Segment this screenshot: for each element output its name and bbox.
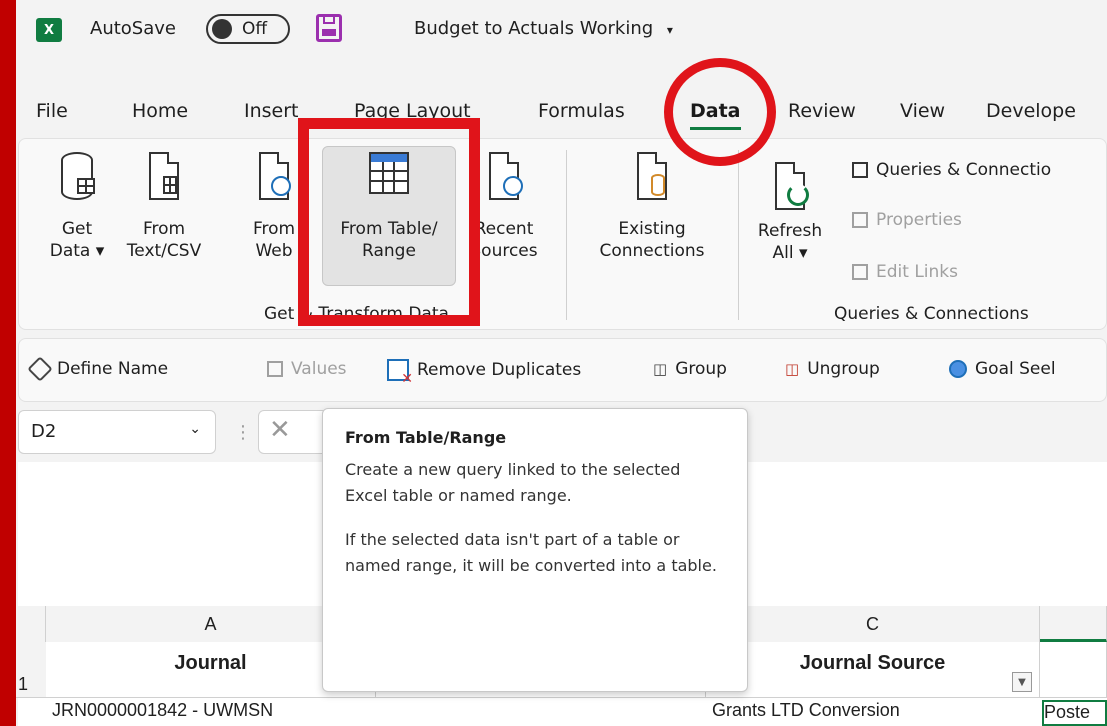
ribbon-tabs: File Home Insert Page Layout Formulas Da… <box>16 62 1107 134</box>
ungroup-icon: ◫ <box>785 360 800 378</box>
ungroup-button[interactable]: ◫ Ungroup <box>785 359 880 379</box>
cell-a2[interactable]: JRN0000001842 - UWMSN <box>52 700 372 726</box>
goal-seek-button[interactable]: Goal Seel <box>949 359 1056 379</box>
ribbon-separator <box>566 150 567 320</box>
tab-view[interactable]: View <box>900 100 945 122</box>
close-icon: ✕ <box>269 415 291 445</box>
group-button[interactable]: ◫ Group <box>653 359 727 379</box>
connection-file-icon <box>637 152 667 200</box>
autosave-state: Off <box>242 19 268 39</box>
toggle-knob-icon <box>212 19 232 39</box>
annotation-highlight-circle <box>664 58 776 166</box>
queries-connections-button[interactable]: Queries & Connectio <box>852 160 1051 180</box>
document-title[interactable]: Budget to Actuals Working ▾ <box>414 18 673 39</box>
existing-connections-label-2: Connections <box>599 241 705 261</box>
tag-icon <box>27 356 53 382</box>
from-web-label-2: Web <box>255 241 293 261</box>
name-box[interactable]: D2 ⌄ <box>18 410 216 454</box>
from-text-csv-button[interactable]: From Text/CSV <box>122 152 206 262</box>
remove-duplicates-icon <box>387 359 413 387</box>
autosave-label: AutoSave <box>90 18 176 39</box>
group-label-queries: Queries & Connections <box>834 304 1029 324</box>
group-label: Group <box>675 359 727 379</box>
tab-review[interactable]: Review <box>788 100 856 122</box>
title-bar: X AutoSave Off Budget to Actuals Working… <box>16 0 1107 62</box>
formula-bar-grip-icon: ⋮ <box>234 422 252 443</box>
excel-logo-icon: X <box>36 18 62 42</box>
tooltip-note: If the selected data isn't part of a tab… <box>345 530 717 575</box>
values-button[interactable]: Values <box>267 359 347 379</box>
text-file-icon <box>149 152 179 200</box>
column-header-d[interactable] <box>1040 606 1107 642</box>
chevron-down-icon: ⌄ <box>189 421 201 437</box>
remove-duplicates-label: Remove Duplicates <box>417 360 582 380</box>
get-data-label-2: Data ▾ <box>49 241 105 261</box>
from-web-label-1: From <box>252 219 296 239</box>
tab-developer[interactable]: Develope <box>986 100 1076 122</box>
existing-connections-label-1: Existing <box>618 219 686 239</box>
define-name-label: Define Name <box>57 359 169 379</box>
existing-connections-button[interactable]: Existing Connections <box>582 152 722 262</box>
select-all-corner[interactable] <box>16 606 46 642</box>
properties-icon <box>852 212 868 228</box>
get-data-button[interactable]: Get Data ▾ <box>42 152 112 262</box>
from-text-label-2: Text/CSV <box>126 241 202 261</box>
recent-file-icon <box>489 152 523 200</box>
web-file-icon <box>259 152 291 200</box>
cell-d2-selected[interactable]: Poste <box>1042 700 1107 726</box>
from-table-tooltip: From Table/Range Create a new query link… <box>322 408 748 692</box>
values-label: Values <box>291 359 347 379</box>
save-icon[interactable] <box>316 14 342 42</box>
refresh-icon <box>775 162 809 210</box>
tab-insert[interactable]: Insert <box>244 100 299 122</box>
column-header-c[interactable]: C <box>706 606 1040 642</box>
filter-dropdown-icon[interactable]: ▼ <box>1012 672 1032 692</box>
define-name-button[interactable]: Define Name <box>27 356 169 382</box>
from-text-label-1: From <box>142 219 186 239</box>
document-title-text: Budget to Actuals Working <box>414 18 654 39</box>
cell-c1[interactable]: Journal Source <box>706 642 1040 698</box>
goal-seek-icon <box>949 360 967 378</box>
ribbon-separator <box>738 150 739 320</box>
name-box-value: D2 <box>31 421 57 442</box>
refresh-label-2: All ▾ <box>772 243 808 263</box>
tab-file[interactable]: File <box>36 100 68 122</box>
tab-home[interactable]: Home <box>132 100 188 122</box>
get-data-label-1: Get <box>61 219 93 239</box>
row-header-1[interactable]: 1 <box>16 642 46 698</box>
group-icon: ◫ <box>653 360 668 378</box>
from-web-button[interactable]: From Web <box>244 152 304 262</box>
cell-c1-text: Journal Source <box>799 652 946 674</box>
ungroup-label: Ungroup <box>807 359 880 379</box>
link-icon <box>852 264 868 280</box>
excel-window: X AutoSave Off Budget to Actuals Working… <box>16 0 1107 726</box>
paste-values-icon <box>267 361 283 377</box>
cell-d1[interactable] <box>1040 642 1107 698</box>
cancel-entry-button[interactable]: ✕ <box>258 410 328 454</box>
annotation-highlight-rectangle <box>298 118 480 326</box>
tooltip-description: Create a new query linked to the selecte… <box>345 460 681 505</box>
refresh-label-1: Refresh <box>757 221 823 241</box>
tab-formulas[interactable]: Formulas <box>538 100 625 122</box>
refresh-all-button[interactable]: Refresh All ▾ <box>750 162 830 264</box>
edit-links-label: Edit Links <box>876 262 958 282</box>
goal-seek-label: Goal Seel <box>975 359 1056 379</box>
chevron-down-icon: ▾ <box>666 23 673 37</box>
cell-a1-text: Journal <box>174 652 247 674</box>
database-icon <box>61 152 95 200</box>
queries-connections-label: Queries & Connectio <box>876 160 1052 180</box>
queries-pane-icon <box>852 162 868 178</box>
edit-links-button[interactable]: Edit Links <box>852 262 958 282</box>
quick-commands-bar: Define Name Values Remove Duplicates ◫ G… <box>18 338 1107 402</box>
tooltip-title: From Table/Range <box>345 428 507 447</box>
properties-label: Properties <box>876 210 962 230</box>
remove-duplicates-button[interactable]: Remove Duplicates <box>387 359 582 387</box>
properties-button[interactable]: Properties <box>852 210 962 230</box>
autosave-toggle[interactable]: Off <box>206 14 290 44</box>
cell-c2[interactable]: Grants LTD Conversion <box>712 700 1032 726</box>
